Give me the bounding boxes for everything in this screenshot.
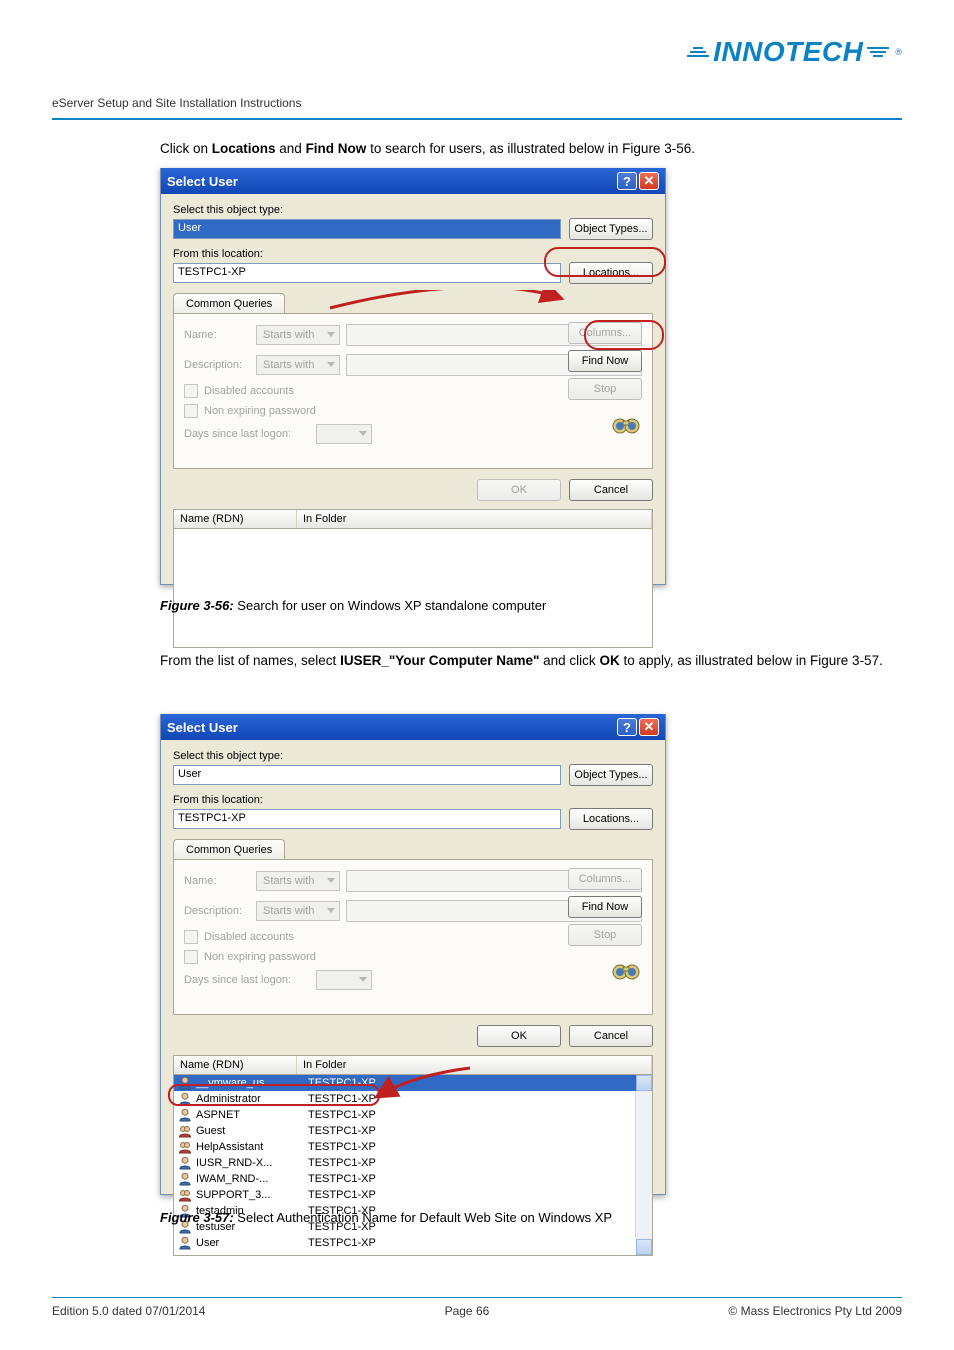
description-match-dropdown: Starts with	[256, 355, 340, 375]
common-queries-tab[interactable]: Common Queries	[173, 293, 285, 314]
binoculars-icon	[610, 958, 642, 982]
days-since-logon-dropdown	[316, 970, 372, 990]
result-name: HelpAssistant	[196, 1141, 304, 1153]
close-icon[interactable]: ✕	[639, 718, 659, 736]
user-icon	[178, 1108, 192, 1122]
ok-button[interactable]: OK	[477, 1025, 561, 1047]
object-type-label: Select this object type:	[173, 204, 653, 216]
days-since-logon-label: Days since last logon:	[184, 974, 310, 986]
user-icon	[178, 1124, 192, 1138]
figure-56-caption: Figure 3-56: Search for user on Windows …	[160, 598, 546, 613]
dialog-title-text: Select User	[167, 720, 238, 735]
cancel-button[interactable]: Cancel	[569, 1025, 653, 1047]
footer-page: Page 66	[445, 1304, 490, 1318]
description-label: Description:	[184, 359, 250, 371]
locations-button[interactable]: Locations...	[569, 808, 653, 830]
result-name: IWAM_RND-...	[196, 1173, 304, 1185]
paragraph-2: From the list of names, select IUSER_"Yo…	[160, 652, 898, 670]
select-user-dialog-1: Select User ? ✕ Select this object type:…	[160, 168, 666, 585]
result-folder: TESTPC1-XP	[308, 1173, 376, 1185]
dialog-titlebar[interactable]: Select User ? ✕	[161, 714, 665, 740]
ok-button: OK	[477, 479, 561, 501]
name-label: Name:	[184, 875, 250, 887]
result-folder: TESTPC1-XP	[308, 1141, 376, 1153]
results-header: Name (RDN) In Folder	[173, 509, 653, 529]
result-folder: TESTPC1-XP	[308, 1157, 376, 1169]
brand-logo: INNOTECH ®	[687, 36, 902, 68]
object-types-button[interactable]: Object Types...	[569, 218, 653, 240]
common-queries-tab[interactable]: Common Queries	[173, 839, 285, 860]
name-label: Name:	[184, 329, 250, 341]
dialog-title-text: Select User	[167, 174, 238, 189]
result-folder: TESTPC1-XP	[308, 1109, 376, 1121]
result-row[interactable]: IWAM_RND-... TESTPC1-XP	[174, 1171, 652, 1187]
help-icon[interactable]: ?	[617, 718, 637, 736]
user-icon	[178, 1172, 192, 1186]
brand-wordmark: INNOTECH	[713, 36, 863, 68]
binoculars-icon	[610, 412, 642, 436]
description-label: Description:	[184, 905, 250, 917]
header-rule	[52, 118, 902, 120]
result-row[interactable]: HelpAssistant TESTPC1-XP	[174, 1139, 652, 1155]
days-since-logon-label: Days since last logon:	[184, 428, 310, 440]
registered-mark: ®	[895, 47, 902, 57]
scroll-down-icon[interactable]	[636, 1239, 652, 1255]
scrollbar-track[interactable]	[635, 1091, 652, 1239]
figure-57-caption: Figure 3-57: Select Authentication Name …	[160, 1210, 612, 1225]
user-icon	[178, 1188, 192, 1202]
result-name: SUPPORT_3...	[196, 1189, 304, 1201]
object-types-button[interactable]: Object Types...	[569, 764, 653, 786]
days-since-logon-dropdown	[316, 424, 372, 444]
object-type-field[interactable]: User	[173, 765, 561, 785]
footer-copyright: © Mass Electronics Pty Ltd 2009	[728, 1304, 902, 1318]
find-now-button[interactable]: Find Now	[568, 896, 642, 918]
find-now-button[interactable]: Find Now	[568, 350, 642, 372]
result-name: User	[196, 1237, 304, 1249]
result-folder: TESTPC1-XP	[308, 1125, 376, 1137]
from-location-field[interactable]: TESTPC1-XP	[173, 263, 561, 283]
user-icon	[178, 1236, 192, 1250]
description-match-dropdown: Starts with	[256, 901, 340, 921]
close-icon[interactable]: ✕	[639, 172, 659, 190]
from-location-label: From this location:	[173, 794, 653, 806]
user-icon	[178, 1140, 192, 1154]
object-type-label: Select this object type:	[173, 750, 653, 762]
user-icon	[178, 1156, 192, 1170]
column-name[interactable]: Name (RDN)	[174, 1056, 297, 1074]
result-row[interactable]: User TESTPC1-XP	[174, 1235, 652, 1251]
result-folder: TESTPC1-XP	[308, 1237, 376, 1249]
doc-title: eServer Setup and Site Installation Inst…	[52, 96, 301, 110]
object-type-field[interactable]: User	[173, 219, 561, 239]
scroll-up-icon[interactable]	[636, 1075, 652, 1091]
stop-button: Stop	[568, 924, 642, 946]
select-user-dialog-2: Select User ? ✕ Select this object type:…	[160, 714, 666, 1195]
result-row[interactable]: SUPPORT_3... TESTPC1-XP	[174, 1187, 652, 1203]
iusr-callout-icon	[168, 1084, 380, 1106]
page-footer: Edition 5.0 dated 07/01/2014 Page 66 © M…	[52, 1297, 902, 1318]
paragraph-1: Click on Locations and Find Now to searc…	[160, 140, 898, 158]
column-name[interactable]: Name (RDN)	[174, 510, 297, 528]
results-list-empty	[173, 529, 653, 648]
arrow-to-iusr-icon	[370, 1058, 480, 1118]
result-folder: TESTPC1-XP	[308, 1189, 376, 1201]
columns-button: Columns...	[568, 868, 642, 890]
arrow-to-buttons-icon	[320, 290, 580, 350]
locations-callout-icon	[544, 247, 666, 277]
result-name: IUSR_RND-X...	[196, 1157, 304, 1169]
stop-button: Stop	[568, 378, 642, 400]
find-now-callout-icon	[584, 320, 664, 350]
cancel-button[interactable]: Cancel	[569, 479, 653, 501]
column-folder[interactable]: In Folder	[297, 510, 652, 528]
common-queries-pane: Name: Starts with Description: Starts wi…	[173, 859, 653, 1015]
dialog-titlebar[interactable]: Select User ? ✕	[161, 168, 665, 194]
help-icon[interactable]: ?	[617, 172, 637, 190]
result-name: ASPNET	[196, 1109, 304, 1121]
result-row[interactable]: Guest TESTPC1-XP	[174, 1123, 652, 1139]
from-location-field[interactable]: TESTPC1-XP	[173, 809, 561, 829]
result-name: Guest	[196, 1125, 304, 1137]
footer-edition: Edition 5.0 dated 07/01/2014	[52, 1304, 205, 1318]
result-row[interactable]: IUSR_RND-X... TESTPC1-XP	[174, 1155, 652, 1171]
name-match-dropdown: Starts with	[256, 871, 340, 891]
